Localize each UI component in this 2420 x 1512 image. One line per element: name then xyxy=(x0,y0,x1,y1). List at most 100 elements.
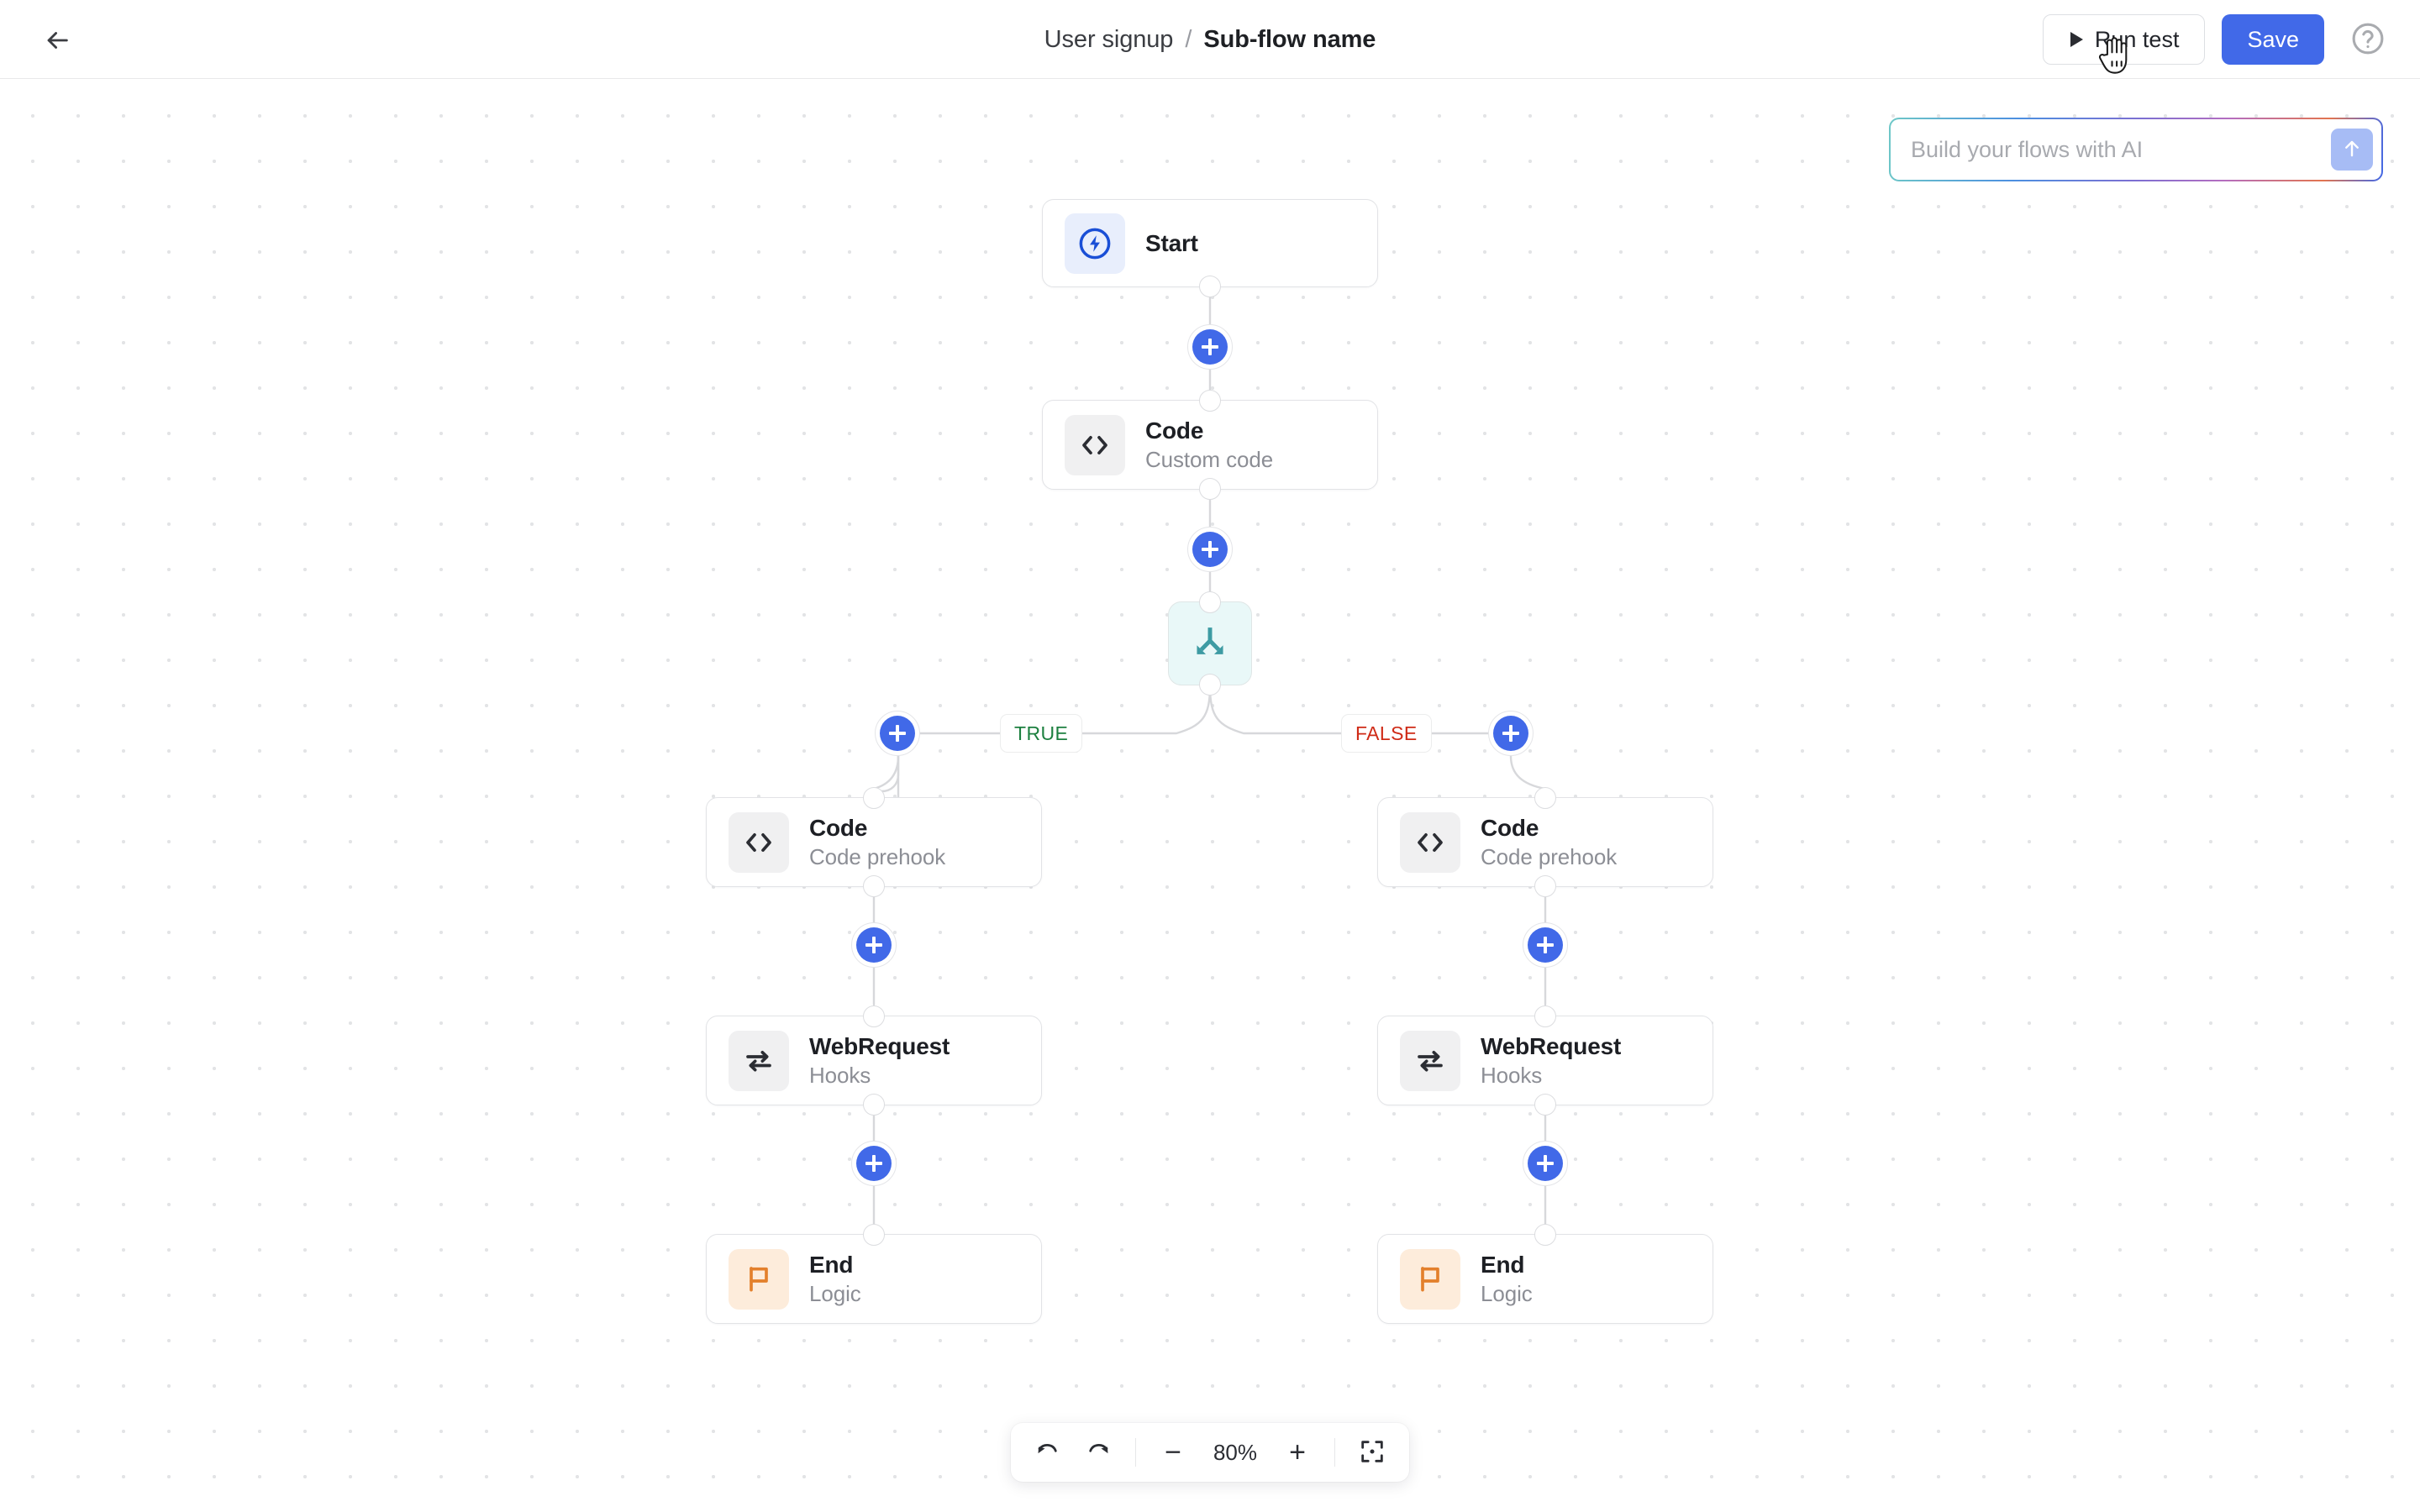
node-webrequest-false-text: WebRequest Hooks xyxy=(1481,1032,1621,1089)
toolbar-divider xyxy=(1334,1438,1335,1467)
node-title: Start xyxy=(1145,229,1198,257)
top-toolbar: User signup / Sub-flow name Run test Sav… xyxy=(0,0,2420,79)
plus-icon: + xyxy=(1289,1438,1306,1467)
branch-split-icon xyxy=(1187,619,1233,669)
plus-icon xyxy=(1528,927,1563,963)
arrow-up-icon xyxy=(2341,138,2363,162)
plus-icon xyxy=(856,927,892,963)
ai-send-button[interactable] xyxy=(2331,129,2373,171)
node-output-port[interactable] xyxy=(1534,875,1556,897)
node-code-false-text: Code Code prehook xyxy=(1481,814,1617,870)
node-code-true-text: Code Code prehook xyxy=(809,814,945,870)
node-subtitle: Code prehook xyxy=(1481,844,1617,870)
node-subtitle: Hooks xyxy=(1481,1063,1621,1089)
run-test-button[interactable]: Run test xyxy=(2043,14,2206,65)
breadcrumb-separator: / xyxy=(1185,26,1192,54)
add-node-button[interactable] xyxy=(851,922,897,968)
add-node-button[interactable] xyxy=(1187,527,1233,572)
node-output-port[interactable] xyxy=(1199,478,1221,500)
play-icon xyxy=(2070,32,2083,47)
node-title: Code xyxy=(809,814,945,842)
back-button[interactable] xyxy=(34,17,81,64)
node-output-port[interactable] xyxy=(863,1094,885,1116)
exchange-arrows-icon xyxy=(1400,1031,1460,1091)
toolbar-divider xyxy=(1135,1438,1136,1467)
add-node-button-false-branch[interactable] xyxy=(1488,711,1534,756)
redo-button[interactable] xyxy=(1075,1430,1122,1475)
node-title: Code xyxy=(1145,417,1273,444)
ai-prompt-inner xyxy=(1891,119,2381,180)
node-webrequest-false[interactable]: WebRequest Hooks xyxy=(1377,1016,1713,1105)
top-actions: Run test Save xyxy=(2043,13,2390,66)
code-brackets-icon xyxy=(1065,415,1125,475)
breadcrumb-parent[interactable]: User signup xyxy=(1044,26,1174,54)
node-input-port[interactable] xyxy=(863,787,885,809)
add-node-button[interactable] xyxy=(1187,324,1233,370)
node-output-port[interactable] xyxy=(1534,1094,1556,1116)
zoom-out-button[interactable]: − xyxy=(1150,1430,1197,1475)
lightning-bolt-icon xyxy=(1065,213,1125,274)
plus-icon xyxy=(1192,329,1228,365)
node-subtitle: Logic xyxy=(809,1281,861,1307)
code-brackets-icon xyxy=(729,812,789,873)
plus-icon xyxy=(856,1146,892,1181)
branch-label-false: FALSE xyxy=(1341,714,1432,753)
node-input-port[interactable] xyxy=(1534,1224,1556,1246)
node-subtitle: Custom code xyxy=(1145,447,1273,473)
node-condition[interactable] xyxy=(1168,601,1252,685)
node-code-main[interactable]: Code Custom code xyxy=(1042,400,1378,490)
node-start-text: Start xyxy=(1145,229,1198,257)
save-button[interactable]: Save xyxy=(2222,14,2324,65)
code-brackets-icon xyxy=(1400,812,1460,873)
node-code-false[interactable]: Code Code prehook xyxy=(1377,797,1713,887)
redo-arrow-icon xyxy=(1085,1438,1112,1467)
fit-to-screen-button[interactable] xyxy=(1349,1430,1396,1475)
node-title: WebRequest xyxy=(809,1032,950,1060)
zoom-toolbar: − 80% + xyxy=(1011,1423,1409,1482)
node-webrequest-true-text: WebRequest Hooks xyxy=(809,1032,950,1089)
node-input-port[interactable] xyxy=(1534,787,1556,809)
node-end-true[interactable]: End Logic xyxy=(706,1234,1042,1324)
fit-to-screen-icon xyxy=(1359,1438,1386,1467)
help-button[interactable] xyxy=(2346,18,2390,61)
node-code-main-text: Code Custom code xyxy=(1145,417,1273,473)
breadcrumb-current[interactable]: Sub-flow name xyxy=(1203,26,1376,54)
node-end-false-text: End Logic xyxy=(1481,1251,1533,1307)
node-webrequest-true[interactable]: WebRequest Hooks xyxy=(706,1016,1042,1105)
flow-canvas[interactable]: Start Code Custom code xyxy=(0,79,2420,1512)
branch-label-false-text: FALSE xyxy=(1355,722,1418,745)
node-code-true[interactable]: Code Code prehook xyxy=(706,797,1042,887)
add-node-button[interactable] xyxy=(1523,922,1568,968)
add-node-button[interactable] xyxy=(1523,1141,1568,1186)
node-subtitle: Logic xyxy=(1481,1281,1533,1307)
add-node-button[interactable] xyxy=(851,1141,897,1186)
plus-icon xyxy=(880,716,915,751)
node-title: End xyxy=(809,1251,861,1278)
node-input-port[interactable] xyxy=(1534,1005,1556,1027)
node-input-port[interactable] xyxy=(1199,390,1221,412)
node-output-port[interactable] xyxy=(1199,276,1221,297)
flag-icon xyxy=(1400,1249,1460,1310)
ai-prompt-input[interactable] xyxy=(1911,119,2331,180)
node-input-port[interactable] xyxy=(863,1224,885,1246)
node-subtitle: Code prehook xyxy=(809,844,945,870)
node-output-port[interactable] xyxy=(863,875,885,897)
node-end-false[interactable]: End Logic xyxy=(1377,1234,1713,1324)
node-start[interactable]: Start xyxy=(1042,199,1378,287)
node-output-port[interactable] xyxy=(1199,674,1221,696)
undo-arrow-icon xyxy=(1034,1438,1061,1467)
node-input-port[interactable] xyxy=(1199,591,1221,613)
add-node-button-true-branch[interactable] xyxy=(875,711,920,756)
node-input-port[interactable] xyxy=(863,1005,885,1027)
exchange-arrows-icon xyxy=(729,1031,789,1091)
branch-label-true: TRUE xyxy=(1000,714,1082,753)
arrow-left-icon xyxy=(43,26,71,55)
zoom-level-label: 80% xyxy=(1200,1440,1270,1466)
zoom-in-button[interactable]: + xyxy=(1274,1430,1321,1475)
question-circle-icon xyxy=(2349,20,2386,60)
undo-button[interactable] xyxy=(1024,1430,1071,1475)
node-title: End xyxy=(1481,1251,1533,1278)
node-end-true-text: End Logic xyxy=(809,1251,861,1307)
flag-icon xyxy=(729,1249,789,1310)
node-title: WebRequest xyxy=(1481,1032,1621,1060)
